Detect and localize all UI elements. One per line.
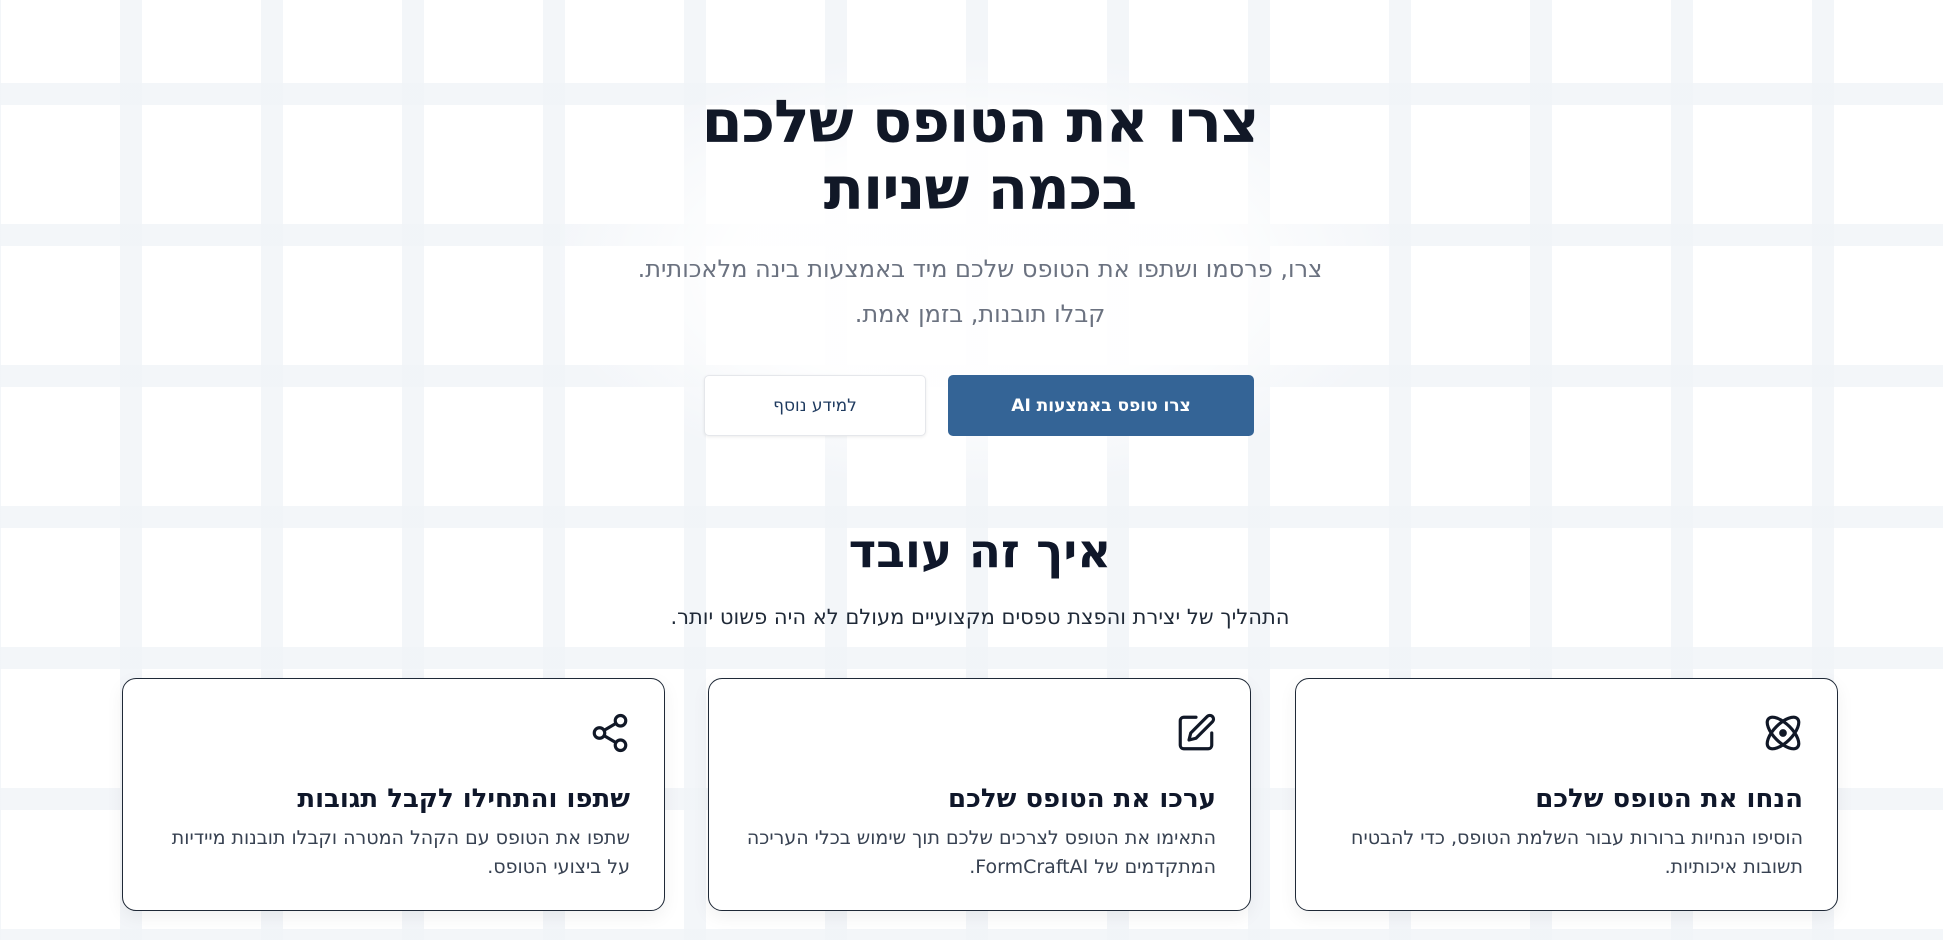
edit-icon [1175,712,1217,754]
hero-title: צרו את הטופס שלכם בכמה שניות [0,88,1943,222]
card-text: התאימו את הטופס לצרכים שלכם תוך שימוש בכ… [746,827,1216,878]
card-title: ערכו את הטופס שלכם [948,784,1216,814]
hero-subtitle: צרו, פרסמו ושתפו את הטופס שלכם מיד באמצע… [0,247,1943,337]
card-title: שתפו והתחילו לקבל תגובות [297,784,630,814]
card-title: הנחו את הטופס שלכם [1535,784,1803,814]
atom-icon [1762,712,1804,754]
hero-title-line-2: בכמה שניות [823,154,1138,223]
how-it-works-title: איך זה עובד [848,524,1112,579]
feature-card-guide: הנחו את הטופס שלכם הוסיפו הנחיות ברורות … [1295,678,1838,911]
how-it-works-subtitle: התהליך של יצירת והפצת טפסים מקצועיים מעו… [670,605,1290,629]
learn-more-button[interactable]: למידע נוסף [704,375,926,436]
hero-subtitle-line-1: צרו, פרסמו ושתפו את הטופס שלכם מיד באמצע… [637,255,1323,283]
feature-card-share: שתפו והתחילו לקבל תגובות שתפו את הטופס ע… [122,678,665,911]
card-text: הוסיפו הנחיות ברורות עבור השלמת הטופס, כ… [1351,827,1803,878]
card-text: שתפו את הטופס עם הקהל המטרה וקבלו תובנות… [171,827,630,878]
create-form-ai-button[interactable]: צרו טופס באמצעות AI [948,375,1254,436]
landing-page: צרו את הטופס שלכם בכמה שניות צרו, פרסמו … [0,0,1943,940]
share-icon [589,712,631,754]
hero-title-line-1: צרו את הטופס שלכם [701,87,1260,156]
feature-card-edit: ערכו את הטופס שלכם התאימו את הטופס לצרכי… [708,678,1251,911]
hero-subtitle-line-2: קבלו תובנות, בזמן אמת. [854,300,1106,328]
